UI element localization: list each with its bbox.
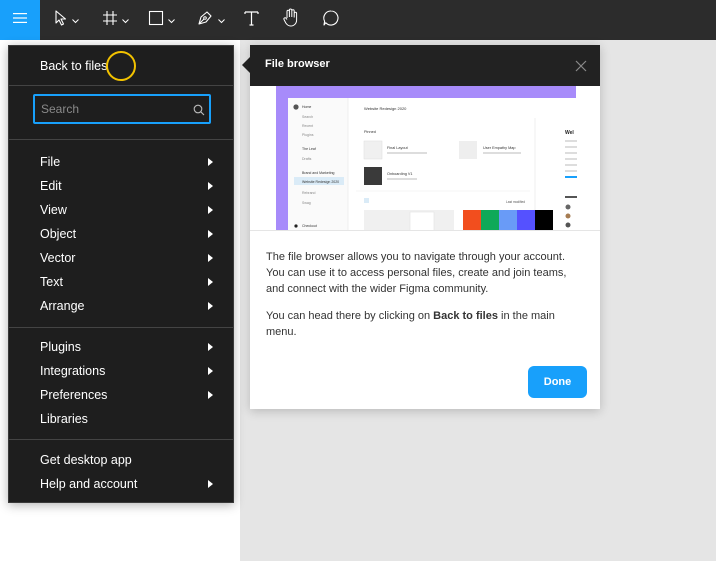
- preview-sidebar-swag: Swag: [302, 201, 311, 205]
- submenu-arrow-icon: [208, 480, 213, 488]
- preview-sidebar-search: Search: [302, 115, 313, 119]
- menu-item-vector[interactable]: Vector: [9, 246, 233, 270]
- menu-item-label: Object: [40, 227, 77, 241]
- menu-divider: [9, 85, 233, 86]
- preview-sidebar-recent: Recent: [302, 124, 313, 128]
- menu-item-integrations[interactable]: Integrations: [9, 359, 233, 383]
- shape-tool[interactable]: [148, 0, 175, 40]
- submenu-arrow-icon: [208, 391, 213, 399]
- preview-sidebar-plugins: Plugins: [302, 133, 314, 137]
- menu-divider: [9, 327, 233, 328]
- back-to-files-emphasis: Back to files: [433, 310, 498, 322]
- file-browser-preview-image: Home Search Recent Plugins The Leaf Draf…: [250, 86, 600, 231]
- preview-sidebar-drafts: Drafts: [302, 157, 312, 161]
- text-tool[interactable]: [244, 0, 259, 40]
- submenu-arrow-icon: [208, 182, 213, 190]
- frame-tool[interactable]: [102, 0, 129, 40]
- speech-bubble-icon: [322, 9, 340, 32]
- menu-item-label: Libraries: [40, 412, 88, 426]
- preview-sidebar-selected: Website Redesign 2020: [302, 180, 339, 184]
- main-menu: Back to files File Edit View Object Vect…: [8, 45, 234, 503]
- submenu-arrow-icon: [208, 206, 213, 214]
- back-to-files-label: Back to files: [40, 59, 108, 73]
- menu-item-arrange[interactable]: Arrange: [9, 294, 233, 318]
- menu-item-label: Text: [40, 275, 63, 289]
- submenu-arrow-icon: [208, 278, 213, 286]
- menu-item-label: File: [40, 155, 61, 169]
- menu-item-plugins[interactable]: Plugins: [9, 335, 233, 359]
- popover-header: File browser: [250, 45, 600, 86]
- chevron-down-icon: [72, 11, 79, 29]
- submenu-arrow-icon: [208, 302, 213, 310]
- submenu-arrow-icon: [208, 367, 213, 375]
- done-button[interactable]: Done: [528, 366, 587, 398]
- preview-section: Pinned: [364, 130, 376, 134]
- menu-item-text[interactable]: Text: [9, 270, 233, 294]
- hand-icon: [282, 8, 300, 32]
- submenu-arrow-icon: [208, 158, 213, 166]
- popover-paragraph-1: The file browser allows you to navigate …: [266, 251, 567, 295]
- rectangle-icon: [148, 10, 164, 31]
- menu-item-view[interactable]: View: [9, 198, 233, 222]
- chevron-down-icon: [122, 11, 129, 29]
- frame-hash-icon: [102, 10, 118, 31]
- popover-body: The file browser allows you to navigate …: [266, 249, 586, 351]
- text-T-icon: [244, 10, 259, 31]
- preview-file-1: Final Layout: [387, 146, 409, 150]
- toolbar: [0, 0, 716, 40]
- preview-sort-label: Last modified: [506, 200, 525, 204]
- menu-item-file[interactable]: File: [9, 150, 233, 174]
- preview-sidebar-project: Brand and Marketing: [302, 171, 335, 175]
- file-browser-popover: File browser Home Search Recent Plugins …: [250, 45, 600, 409]
- menu-item-label: Plugins: [40, 340, 81, 354]
- menu-divider: [9, 439, 233, 440]
- cursor-arrow-icon: [54, 9, 68, 31]
- submenu-arrow-icon: [208, 254, 213, 262]
- chevron-down-icon: [218, 11, 225, 29]
- main-menu-button[interactable]: [0, 0, 40, 40]
- cursor-highlight: [106, 51, 136, 81]
- move-tool[interactable]: [54, 0, 79, 40]
- menu-item-object[interactable]: Object: [9, 222, 233, 246]
- preview-sidebar-rebrand: Rebrand: [302, 191, 315, 195]
- menu-item-label: Integrations: [40, 364, 106, 378]
- pen-icon: [197, 9, 214, 31]
- menu-search-box[interactable]: [33, 94, 211, 124]
- menu-item-preferences[interactable]: Preferences: [9, 383, 233, 407]
- popover-paragraph-2: You can head there by clicking on Back t…: [266, 310, 555, 338]
- menu-search-input[interactable]: [41, 101, 186, 117]
- menu-divider: [9, 139, 233, 140]
- menu-item-get-desktop-app[interactable]: Get desktop app: [9, 448, 233, 472]
- preview-header: Website Redesign 2020: [364, 106, 407, 111]
- close-icon[interactable]: [575, 59, 587, 77]
- menu-item-help-and-account[interactable]: Help and account: [9, 472, 233, 496]
- chevron-down-icon: [168, 11, 175, 29]
- menu-item-label: Arrange: [40, 299, 85, 313]
- menu-item-libraries[interactable]: Libraries: [9, 407, 233, 431]
- menu-item-label: View: [40, 203, 67, 217]
- menu-item-label: Get desktop app: [40, 453, 132, 467]
- submenu-arrow-icon: [208, 343, 213, 351]
- preview-file-2: User Empathy Map: [483, 146, 516, 150]
- preview-right-title: Wel: [565, 130, 574, 136]
- menu-item-label: Preferences: [40, 388, 108, 402]
- search-icon: [193, 103, 205, 121]
- popover-pointer: [242, 57, 250, 73]
- preview-sidebar-home: Home: [302, 105, 311, 109]
- menu-item-label: Edit: [40, 179, 62, 193]
- comment-tool[interactable]: [322, 0, 340, 40]
- hand-tool[interactable]: [282, 0, 300, 40]
- menu-item-edit[interactable]: Edit: [9, 174, 233, 198]
- hamburger-menu-icon: [12, 11, 28, 29]
- popover-title: File browser: [265, 58, 330, 70]
- preview-file-3: Onboarding V1: [387, 172, 413, 176]
- preview-sidebar-checkout: Checkout: [302, 224, 317, 228]
- pen-tool[interactable]: [197, 0, 225, 40]
- preview-sidebar-team: The Leaf: [302, 147, 316, 151]
- menu-item-label: Help and account: [40, 477, 138, 491]
- menu-item-label: Vector: [40, 251, 76, 265]
- submenu-arrow-icon: [208, 230, 213, 238]
